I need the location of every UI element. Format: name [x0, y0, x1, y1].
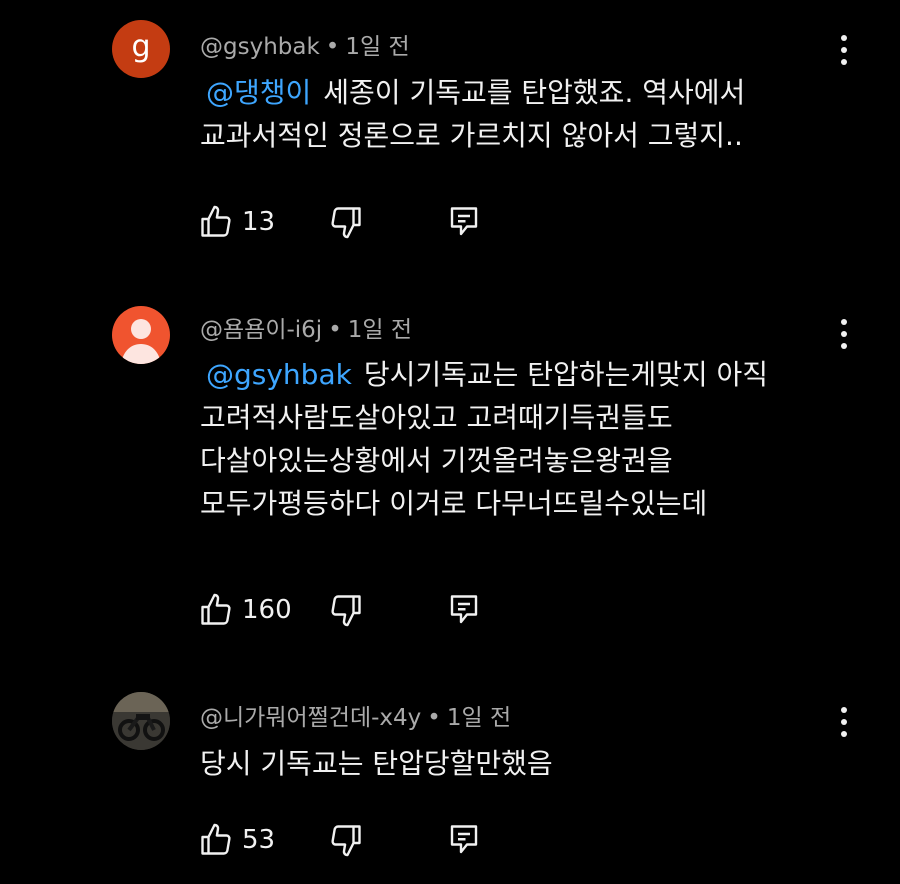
- thumbs-up-icon: [201, 205, 231, 237]
- like-count: 160: [242, 595, 292, 625]
- reply-button[interactable]: [446, 202, 482, 242]
- avatar-letter: g: [131, 29, 151, 64]
- comment-meta: @욤욤이-i6j • 1일 전: [200, 310, 412, 344]
- like-count: 53: [242, 825, 276, 855]
- thumbs-up-icon: [201, 823, 231, 855]
- dislike-button[interactable]: [328, 202, 364, 242]
- avatar[interactable]: [112, 692, 170, 750]
- reply-button[interactable]: [446, 590, 482, 630]
- like-button[interactable]: 160: [198, 590, 292, 630]
- like-button[interactable]: 53: [198, 820, 275, 860]
- comment-time[interactable]: 1일 전: [345, 34, 409, 60]
- comment-line: 고려적사람도살아있고 고려때기득권들도: [200, 401, 673, 434]
- reply-icon: [450, 207, 478, 236]
- comment-time[interactable]: 1일 전: [348, 317, 412, 343]
- comment-line: 다살아있는상황에서 기껏올려놓은왕권을: [200, 444, 673, 477]
- separator-dot: •: [328, 317, 342, 343]
- thumbs-down-icon: [331, 207, 361, 239]
- thumbs-down-icon: [331, 595, 361, 627]
- author-name[interactable]: @gsyhbak: [200, 34, 320, 60]
- reply-button[interactable]: [446, 820, 482, 860]
- comment-meta: @gsyhbak • 1일 전: [200, 27, 410, 61]
- comment-text: @댕챙이 세종이 기독교를 탄압했죠. 역사에서 교과서적인 정론으로 가르치지 …: [200, 71, 745, 157]
- separator-dot: •: [427, 705, 441, 731]
- dislike-button[interactable]: [328, 590, 364, 630]
- motorcycle-photo-icon: [112, 692, 170, 750]
- more-options-button[interactable]: [830, 33, 858, 69]
- like-button[interactable]: 13: [198, 202, 275, 242]
- comment-time[interactable]: 1일 전: [447, 705, 511, 731]
- reply-icon: [450, 825, 478, 854]
- separator-dot: •: [325, 34, 340, 60]
- mention-link[interactable]: @댕챙이: [206, 76, 311, 109]
- default-avatar-icon: [121, 319, 161, 364]
- avatar[interactable]: g: [112, 20, 170, 78]
- author-name[interactable]: @니가뭐어쩔건데-x4y: [200, 705, 421, 731]
- comment-text: @gsyhbak 당시기독교는 탄압하는게맞지 아직 고려적사람도살아있고 고려때…: [200, 353, 768, 525]
- author-name[interactable]: @욤욤이-i6j: [200, 317, 322, 343]
- comment-line: 교과서적인 정론으로 가르치지 않아서 그렇지..: [200, 119, 743, 152]
- comment-text: 당시 기독교는 탄압당할만했음: [200, 742, 553, 785]
- more-options-button[interactable]: [830, 317, 858, 353]
- more-options-button[interactable]: [830, 705, 858, 741]
- comment-meta: @니가뭐어쩔건데-x4y • 1일 전: [200, 698, 511, 732]
- avatar[interactable]: [112, 306, 170, 364]
- like-count: 13: [242, 207, 276, 237]
- comment-line: 당시 기독교는 탄압당할만했음: [200, 747, 553, 780]
- comment-line: 당시기독교는 탄압하는게맞지 아직: [363, 358, 769, 391]
- mention-link[interactable]: @gsyhbak: [206, 358, 352, 391]
- reply-icon: [450, 595, 478, 624]
- comment-line: 세종이 기독교를 탄압했죠. 역사에서: [323, 76, 746, 109]
- comment-line: 모두가평등하다 이거로 다무너뜨릴수있는데: [200, 487, 708, 520]
- dislike-button[interactable]: [328, 820, 364, 860]
- thumbs-up-icon: [201, 593, 231, 625]
- thumbs-down-icon: [331, 825, 361, 857]
